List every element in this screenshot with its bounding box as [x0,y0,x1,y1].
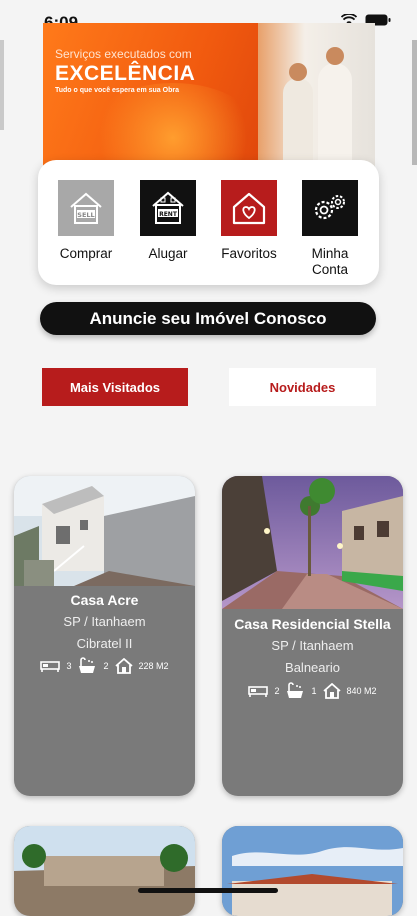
property-photo [14,476,195,586]
property-neighborhood: Balneario [285,660,340,675]
property-photo [14,826,195,916]
bath-icon [285,682,305,700]
bed-icon [248,684,269,698]
menu-label: Alugar [148,246,188,261]
svg-text:SELL: SELL [77,211,94,219]
banner-subtitle: Serviços executados com [55,47,192,61]
banner-photo [258,23,375,173]
quick-menu: SELL Comprar RENT Alugar Favoritos Minha… [38,160,379,285]
property-card[interactable]: Casa Acre SP / Itanhaem Cibratel II 3 2 … [14,476,195,796]
sell-house-icon: SELL [58,180,114,236]
menu-item-alugar[interactable]: RENT Alugar [128,180,208,262]
heart-house-icon [221,180,277,236]
previous-banner-peek[interactable] [0,40,4,130]
menu-item-comprar[interactable]: SELL Comprar [46,180,126,262]
property-photo [222,826,403,916]
property-title: Casa Acre [70,592,139,608]
banner-person-head [326,47,344,65]
property-location: SP / Itanhaem [63,614,146,629]
house-area-icon [114,658,133,674]
menu-item-minha-conta[interactable]: Minha Conta [290,180,370,278]
house-area-icon [322,683,341,699]
announce-property-button[interactable]: Anuncie seu Imóvel Conosco [40,302,376,335]
home-indicator[interactable] [138,888,278,893]
bed-count: 3 [66,661,72,671]
banner-person-head [289,63,307,81]
area-value: 228 M2 [138,661,169,671]
banner-person [318,63,352,173]
bath-count: 2 [103,661,109,671]
tab-novidades[interactable]: Novidades [229,368,376,406]
banner-title: EXCELÊNCIA [55,62,196,85]
bed-count: 2 [274,686,280,696]
menu-label: Favoritos [221,246,277,261]
menu-item-favoritos[interactable]: Favoritos [209,180,289,262]
property-card[interactable] [222,826,403,916]
menu-label: Comprar [59,246,113,261]
property-title: Casa Residencial Stella [234,616,391,632]
promo-banner[interactable]: Serviços executados com EXCELÊNCIA Tudo … [43,23,375,173]
bath-icon [77,657,97,675]
property-features: 2 1 840 M2 [222,682,403,700]
next-banner-peek[interactable] [412,40,417,165]
property-neighborhood: Cibratel II [76,636,133,651]
property-features: 3 2 228 M2 [14,657,195,675]
property-location: SP / Itanhaem [271,638,354,653]
banner-person [283,78,313,173]
menu-label: Minha Conta [311,246,349,277]
svg-text:RENT: RENT [159,211,178,218]
bed-icon [40,659,61,673]
area-value: 840 M2 [346,686,377,696]
property-photo [222,476,403,609]
tab-mais-visitados[interactable]: Mais Visitados [42,368,188,406]
property-card[interactable]: Casa Residencial Stella SP / Itanhaem Ba… [222,476,403,796]
gears-icon [302,180,358,236]
property-card[interactable] [14,826,195,916]
rent-house-icon: RENT [140,180,196,236]
bath-count: 1 [311,686,317,696]
banner-tagline: Tudo o que você espera em sua Obra [55,87,179,94]
